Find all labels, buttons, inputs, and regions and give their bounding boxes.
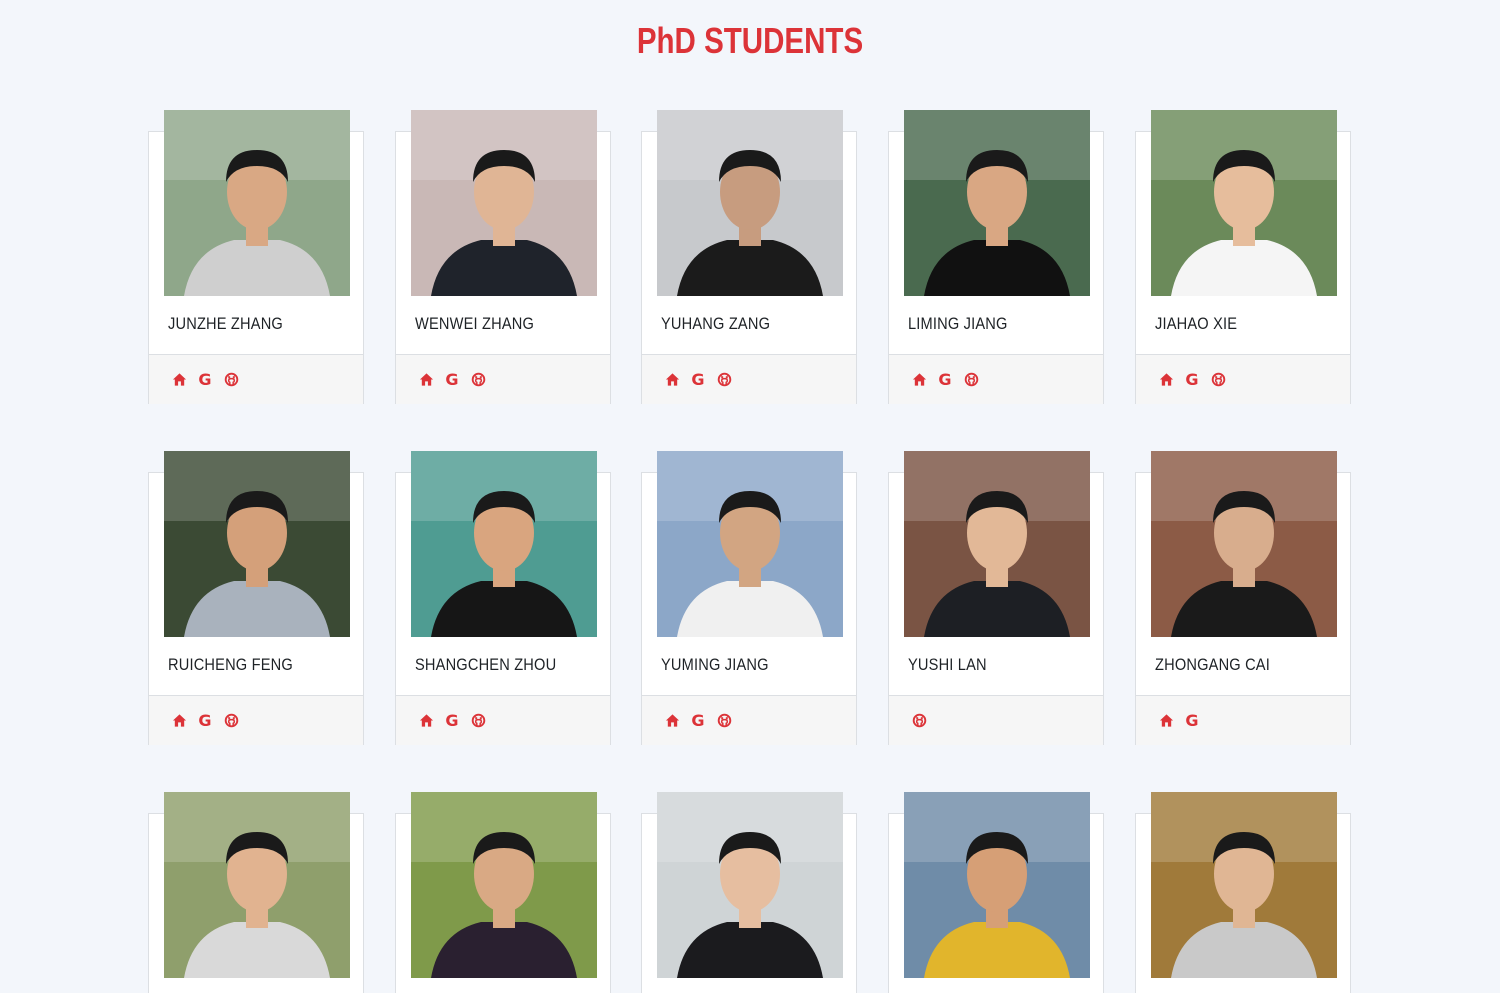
- student-card: JUNZHE ZHANG G: [148, 110, 364, 404]
- student-photo: [1151, 110, 1337, 296]
- student-card: WENWEI ZHANG G: [395, 110, 611, 404]
- student-name: JUNZHE ZHANG: [168, 314, 283, 333]
- github-icon[interactable]: [716, 372, 732, 388]
- portrait-illustration: [1151, 451, 1337, 637]
- github-icon[interactable]: [963, 372, 979, 388]
- student-photo: [164, 451, 350, 637]
- homepage-icon[interactable]: [1158, 713, 1174, 729]
- portrait-illustration: [164, 110, 350, 296]
- student-photo: [904, 792, 1090, 978]
- student-card: [395, 792, 611, 993]
- student-photo: [164, 792, 350, 978]
- portrait-illustration: [1151, 110, 1337, 296]
- student-photo: [904, 451, 1090, 637]
- student-photo: [657, 792, 843, 978]
- student-card: JIAHAO XIE G: [1135, 110, 1351, 404]
- student-card: YUMING JIANG G: [641, 451, 857, 745]
- portrait-illustration: [1151, 792, 1337, 978]
- student-links: G: [642, 695, 856, 745]
- page-title: PhD STUDENTS: [636, 20, 864, 61]
- portrait-illustration: [904, 451, 1090, 637]
- student-photo: [411, 451, 597, 637]
- homepage-icon[interactable]: [171, 372, 187, 388]
- google-scholar-icon[interactable]: G: [1184, 371, 1200, 388]
- portrait-illustration: [657, 451, 843, 637]
- portrait-illustration: [904, 110, 1090, 296]
- student-card: [148, 792, 364, 993]
- portrait-illustration: [657, 792, 843, 978]
- student-card: LIMING JIANG G: [888, 110, 1104, 404]
- student-links: G: [396, 354, 610, 404]
- homepage-icon[interactable]: [418, 713, 434, 729]
- student-name: SHANGCHEN ZHOU: [415, 655, 557, 674]
- student-card: ZHONGANG CAI G: [1135, 451, 1351, 745]
- homepage-icon[interactable]: [1158, 372, 1174, 388]
- google-scholar-icon[interactable]: G: [197, 371, 213, 388]
- student-photo: [657, 451, 843, 637]
- github-icon[interactable]: [1210, 372, 1226, 388]
- student-links: G: [396, 695, 610, 745]
- student-photo: [1151, 451, 1337, 637]
- student-links: G: [889, 354, 1103, 404]
- github-icon[interactable]: [470, 713, 486, 729]
- student-name: RUICHENG FENG: [168, 655, 293, 674]
- student-name: YUSHI LAN: [908, 655, 987, 674]
- student-name: ZHONGANG CAI: [1155, 655, 1270, 674]
- student-links: G: [149, 354, 363, 404]
- google-scholar-icon[interactable]: G: [937, 371, 953, 388]
- github-icon[interactable]: [716, 713, 732, 729]
- student-name: LIMING JIANG: [908, 314, 1008, 333]
- homepage-icon[interactable]: [664, 713, 680, 729]
- portrait-illustration: [164, 451, 350, 637]
- portrait-illustration: [411, 110, 597, 296]
- google-scholar-icon[interactable]: G: [1184, 712, 1200, 729]
- student-photo: [657, 110, 843, 296]
- student-links: [889, 695, 1103, 745]
- student-links: G: [149, 695, 363, 745]
- student-photo: [904, 110, 1090, 296]
- homepage-icon[interactable]: [418, 372, 434, 388]
- student-card: [888, 792, 1104, 993]
- github-icon[interactable]: [911, 713, 927, 729]
- student-photo: [411, 110, 597, 296]
- student-photo: [164, 110, 350, 296]
- student-links: G: [642, 354, 856, 404]
- portrait-illustration: [164, 792, 350, 978]
- github-icon[interactable]: [470, 372, 486, 388]
- student-photo: [411, 792, 597, 978]
- portrait-illustration: [657, 110, 843, 296]
- homepage-icon[interactable]: [171, 713, 187, 729]
- google-scholar-icon[interactable]: G: [444, 371, 460, 388]
- portrait-illustration: [411, 792, 597, 978]
- github-icon[interactable]: [223, 372, 239, 388]
- student-name: YUHANG ZANG: [661, 314, 771, 333]
- student-card: YUSHI LAN: [888, 451, 1104, 745]
- student-links: G: [1136, 354, 1350, 404]
- student-name: JIAHAO XIE: [1155, 314, 1238, 333]
- student-name: YUMING JIANG: [661, 655, 769, 674]
- student-photo: [1151, 792, 1337, 978]
- student-card: YUHANG ZANG G: [641, 110, 857, 404]
- student-card: RUICHENG FENG G: [148, 451, 364, 745]
- student-card: [641, 792, 857, 993]
- student-name: WENWEI ZHANG: [415, 314, 535, 333]
- homepage-icon[interactable]: [664, 372, 680, 388]
- student-card: SHANGCHEN ZHOU G: [395, 451, 611, 745]
- student-links: G: [1136, 695, 1350, 745]
- google-scholar-icon[interactable]: G: [690, 712, 706, 729]
- google-scholar-icon[interactable]: G: [444, 712, 460, 729]
- google-scholar-icon[interactable]: G: [197, 712, 213, 729]
- homepage-icon[interactable]: [911, 372, 927, 388]
- portrait-illustration: [411, 451, 597, 637]
- student-card: [1135, 792, 1351, 993]
- google-scholar-icon[interactable]: G: [690, 371, 706, 388]
- portrait-illustration: [904, 792, 1090, 978]
- github-icon[interactable]: [223, 713, 239, 729]
